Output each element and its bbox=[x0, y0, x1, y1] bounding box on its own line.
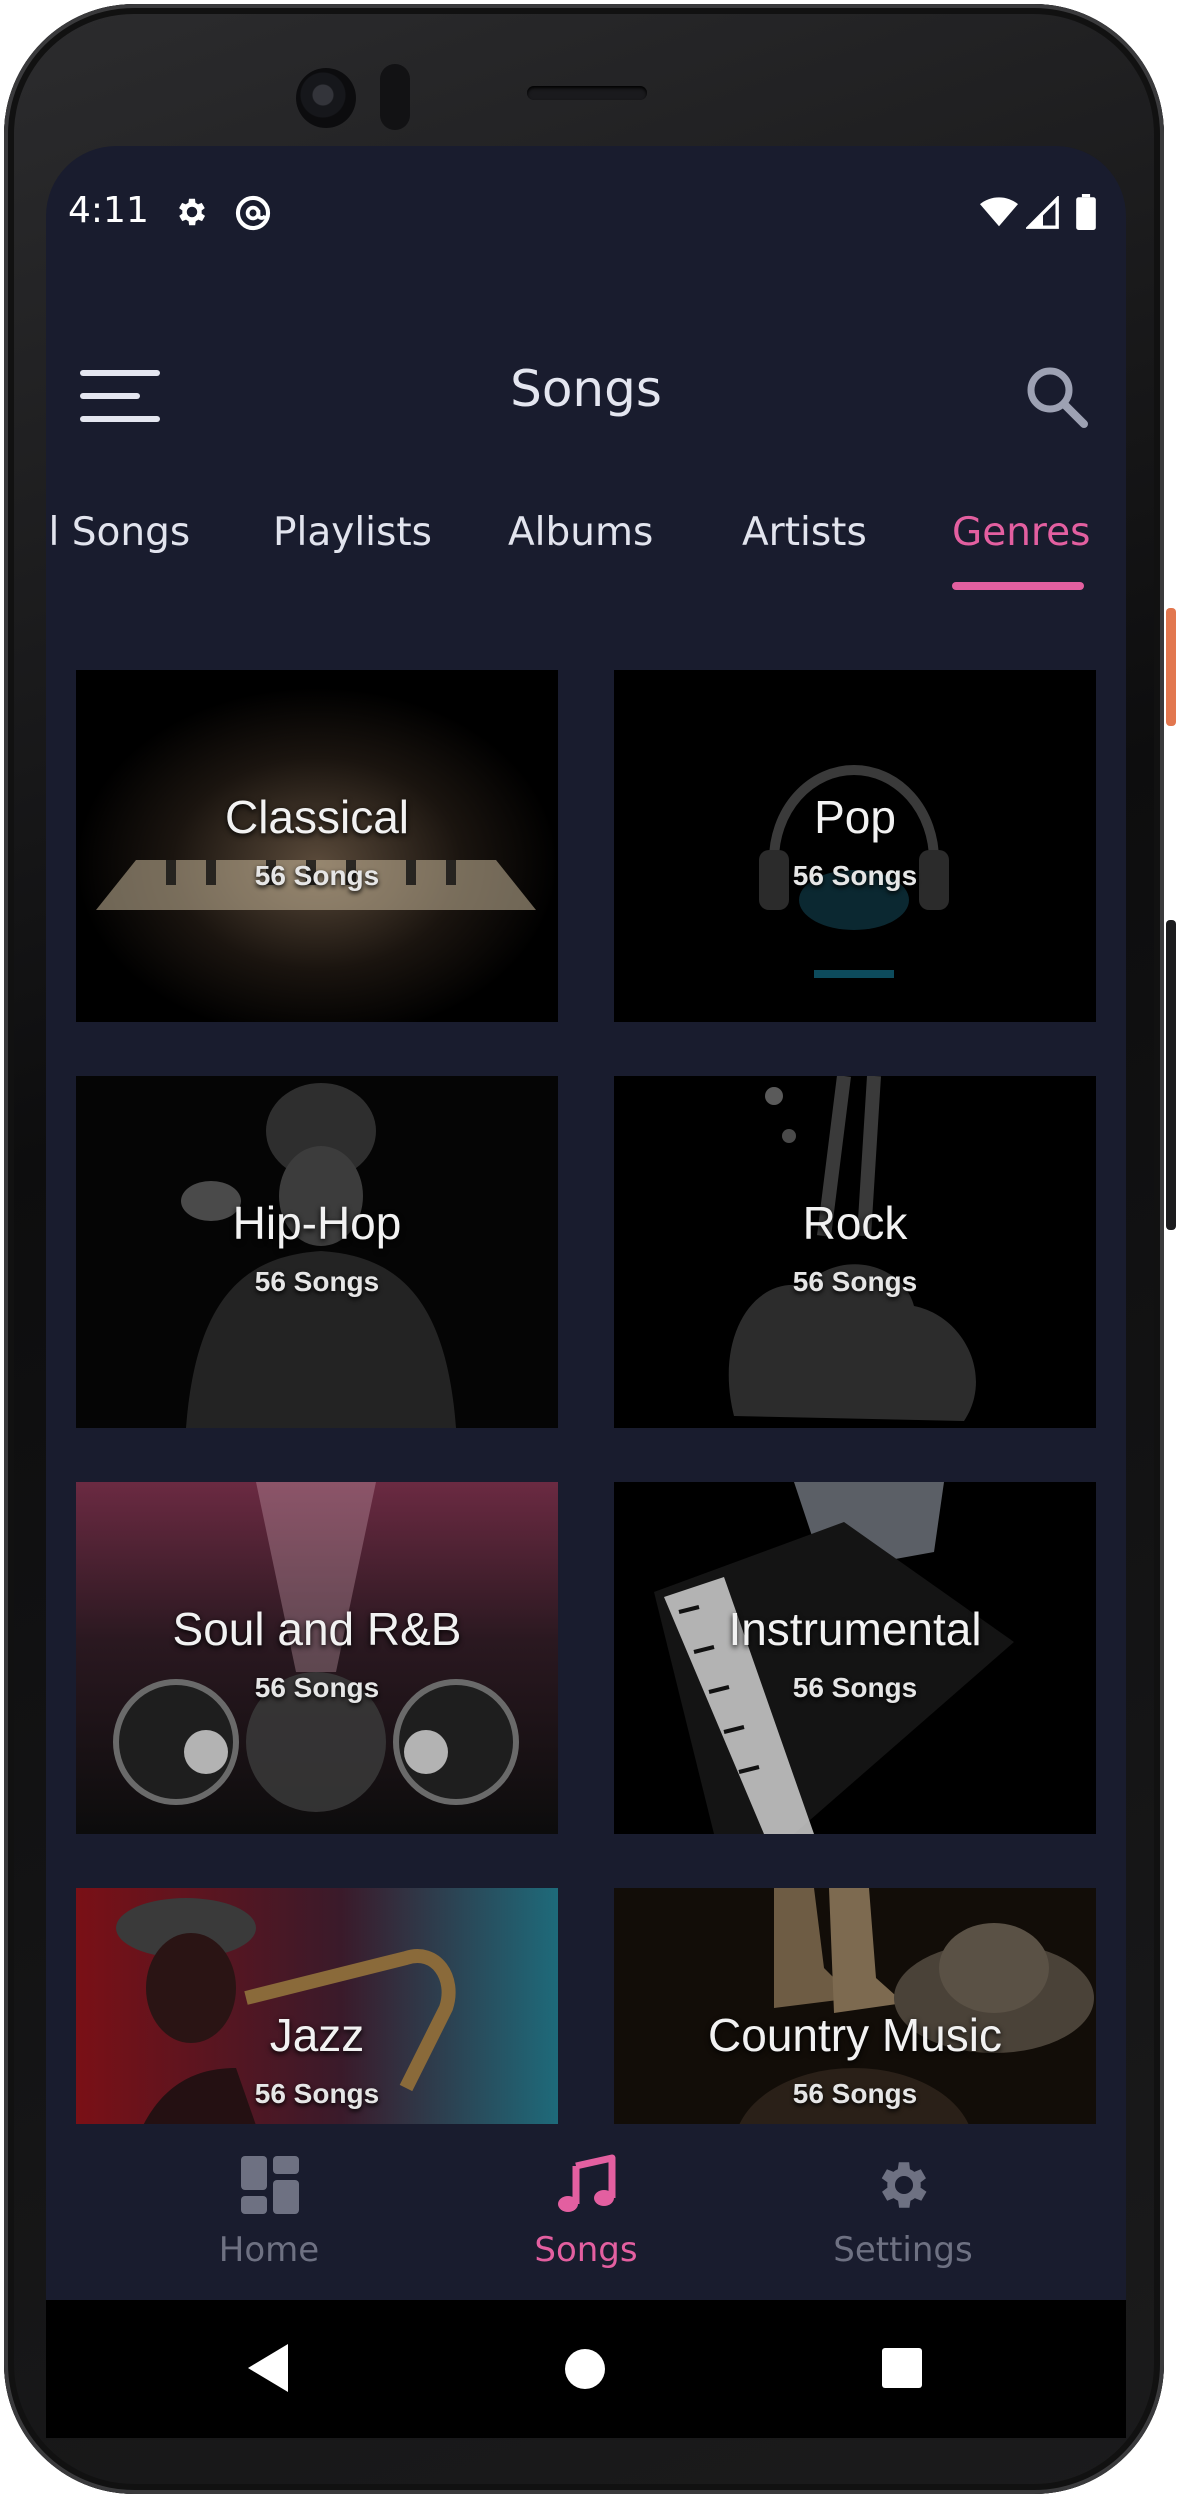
signal-icon bbox=[1026, 196, 1059, 229]
gear-icon bbox=[881, 2162, 927, 2208]
genre-title: Pop bbox=[814, 791, 896, 843]
concert-speakers-image bbox=[76, 1482, 558, 1834]
genre-song-count: 56 Songs bbox=[254, 2078, 380, 2109]
back-icon[interactable] bbox=[248, 2344, 288, 2392]
app-bar: Songs bbox=[46, 346, 1126, 446]
status-time: 4:11 bbox=[68, 190, 149, 231]
genre-card-rock[interactable]: Rock 56 Songs bbox=[614, 1076, 1096, 1428]
dashboard-icon bbox=[241, 2156, 299, 2214]
headphones-image bbox=[614, 670, 1096, 1022]
gear-icon bbox=[179, 198, 206, 226]
screen: 4:11 Songs l Songs Playlists Albums Arti… bbox=[46, 146, 1126, 2438]
tab-artists[interactable]: Artists bbox=[742, 510, 867, 555]
genre-song-count: 56 Songs bbox=[254, 860, 380, 891]
piano-keys-image bbox=[76, 670, 558, 1022]
status-bar: 4:11 bbox=[46, 146, 1126, 276]
nav-label: Songs bbox=[534, 2230, 638, 2270]
system-navigation-bar bbox=[46, 2300, 1126, 2438]
front-camera bbox=[296, 68, 356, 128]
genre-song-count: 56 Songs bbox=[254, 1266, 380, 1297]
page-title: Songs bbox=[510, 360, 662, 418]
genre-title: Instrumental bbox=[728, 1603, 982, 1655]
power-button bbox=[1166, 608, 1176, 726]
nav-label: Settings bbox=[833, 2230, 973, 2270]
nav-label: Home bbox=[218, 2230, 320, 2270]
music-note-icon bbox=[558, 2154, 616, 2212]
tab-albums[interactable]: Albums bbox=[508, 510, 653, 555]
genre-card-country[interactable]: Country Music 56 Songs bbox=[614, 1888, 1096, 2124]
battery-icon bbox=[1076, 194, 1096, 230]
genre-title: Country Music bbox=[708, 2009, 1002, 2061]
genre-song-count: 56 Songs bbox=[792, 1266, 918, 1297]
bottom-navigation: Home Songs Settings bbox=[46, 2124, 1126, 2300]
home-circle-icon[interactable] bbox=[564, 2348, 606, 2390]
genre-song-count: 56 Songs bbox=[792, 1672, 918, 1703]
genre-title: Soul and R&B bbox=[172, 1603, 462, 1655]
active-tab-indicator bbox=[952, 582, 1084, 590]
genre-card-jazz[interactable]: Jazz 56 Songs bbox=[76, 1888, 558, 2124]
rapper-image bbox=[76, 1076, 558, 1428]
wifi-icon bbox=[980, 197, 1018, 227]
genre-title: Classical bbox=[224, 791, 410, 843]
genre-card-soul-rnb[interactable]: Soul and R&B 56 Songs bbox=[76, 1482, 558, 1834]
earpiece-speaker bbox=[527, 86, 647, 100]
genre-card-classical[interactable]: Classical 56 Songs bbox=[76, 670, 558, 1022]
genre-grid: Classical 56 Songs Pop 56 Songs Hip-Hop … bbox=[46, 670, 1126, 2124]
genre-song-count: 56 Songs bbox=[254, 1672, 380, 1703]
volume-button bbox=[1166, 920, 1176, 1230]
genre-song-count: 56 Songs bbox=[792, 2078, 918, 2109]
tab-all-songs[interactable]: All Songs bbox=[46, 510, 190, 555]
nav-home[interactable]: Home bbox=[89, 2124, 449, 2300]
recents-icon[interactable] bbox=[882, 2348, 922, 2388]
nav-settings[interactable]: Settings bbox=[723, 2124, 1083, 2300]
guitar-image bbox=[614, 1076, 1096, 1428]
genre-card-instrumental[interactable]: Instrumental 56 Songs bbox=[614, 1482, 1096, 1834]
at-sign-icon bbox=[235, 195, 271, 231]
genre-card-hip-hop[interactable]: Hip-Hop 56 Songs bbox=[76, 1076, 558, 1428]
tab-bar: All Songs Playlists Albums Artists Genre… bbox=[46, 498, 1126, 598]
genre-title: Rock bbox=[802, 1197, 908, 1249]
genre-song-count: 56 Songs bbox=[792, 860, 918, 891]
search-icon[interactable] bbox=[1020, 360, 1092, 432]
tab-playlists[interactable]: Playlists bbox=[273, 510, 432, 555]
tab-genres[interactable]: Genres bbox=[952, 510, 1090, 555]
nav-songs[interactable]: Songs bbox=[406, 2124, 766, 2300]
genre-title: Jazz bbox=[269, 2009, 365, 2061]
genre-card-pop[interactable]: Pop 56 Songs bbox=[614, 670, 1096, 1022]
genre-title: Hip-Hop bbox=[232, 1197, 402, 1249]
proximity-sensor bbox=[380, 64, 410, 130]
grand-piano-image bbox=[614, 1482, 1096, 1834]
